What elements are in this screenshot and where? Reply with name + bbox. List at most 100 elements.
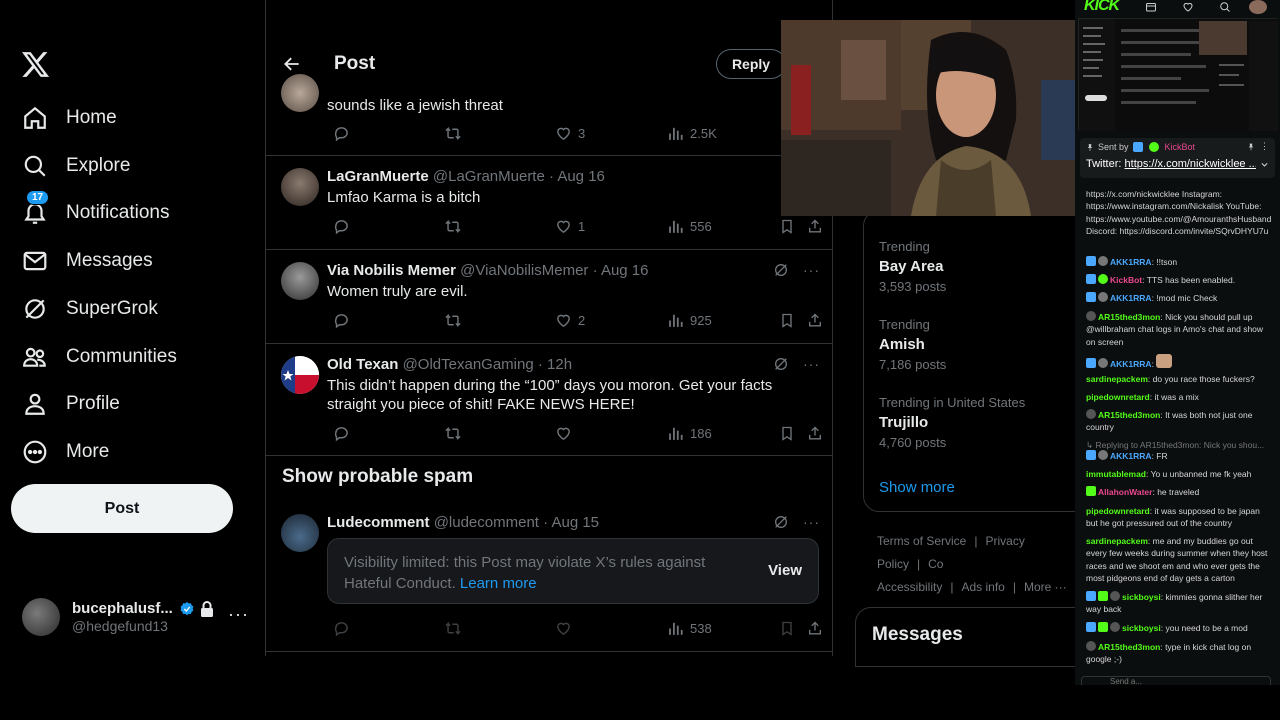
repost-action[interactable] [438,125,462,142]
reply-action[interactable] [327,125,350,142]
reply-action[interactable] [327,312,350,329]
show-more-link[interactable]: Show more [879,479,955,496]
author-handle[interactable]: @LaGranMuerte [433,168,545,185]
nav-profile[interactable]: Profile [22,384,120,424]
messages-drawer[interactable]: Messages [855,607,1075,667]
nav-home[interactable]: Home [22,98,117,138]
repost-action[interactable] [438,218,462,235]
author-handle[interactable]: @ViaNobilisMemer [460,262,588,279]
share-action[interactable] [801,312,823,329]
heart-icon[interactable] [1182,1,1194,13]
share-action[interactable] [801,620,823,637]
nav-more[interactable]: More [22,432,109,472]
like-action[interactable]: 3 [549,125,585,142]
bookmark-action[interactable] [773,425,795,442]
author-handle[interactable]: @ludecomment [434,514,539,531]
author-name[interactable]: LaGranMuerte [327,168,429,185]
footer-link[interactable]: More ··· [1024,580,1067,594]
bookmark-action[interactable] [773,218,795,235]
view-button[interactable]: View [768,562,802,579]
chat-username[interactable]: pipedownretard [1086,392,1150,402]
more-icon[interactable]: ··· [803,356,820,372]
x-logo-icon[interactable] [22,52,50,80]
views-action[interactable]: 925 [661,312,712,329]
share-action[interactable] [801,218,823,235]
nav-notifications[interactable]: 17 Notifications [22,190,170,233]
share-action[interactable] [801,425,823,442]
like-action[interactable]: 2 [549,312,585,329]
nav-supergrok[interactable]: SuperGrok [22,289,158,329]
avatar[interactable] [281,514,319,552]
chat-username[interactable]: sickboysi [1122,623,1161,633]
chat-username[interactable]: pipedownretard [1086,506,1150,516]
views-action[interactable]: 186 [661,425,712,442]
reply-action[interactable] [327,218,350,235]
tweet-time[interactable]: · Aug 16 [549,168,605,185]
kick-logo[interactable]: KICK [1084,0,1120,15]
tweet[interactable]: Via Nobilis Memer @ViaNobilisMemer · Aug… [266,250,832,344]
tweet-time[interactable]: · Aug 16 [593,262,649,279]
bookmark-action[interactable] [773,620,795,637]
footer-link[interactable]: Ads info [961,580,1004,594]
grok-icon[interactable] [773,262,789,278]
like-action[interactable] [549,425,572,442]
chat-input[interactable]: Send a... [1081,676,1271,685]
tweet[interactable]: Old Texan @OldTexanGaming · 12h ··· This… [266,344,832,456]
like-action[interactable] [549,620,572,637]
chat-username[interactable]: AKK1RRA [1110,293,1152,303]
more-icon[interactable]: ··· [803,262,820,278]
chat-username[interactable]: sardinepackem [1086,374,1148,384]
trend-item[interactable]: Trending in United States Trujillo 4,760… [879,395,1025,450]
chat-username[interactable]: immutablemad [1086,469,1146,479]
grok-icon[interactable] [773,514,789,530]
search-icon[interactable] [1219,1,1231,13]
account-switcher[interactable]: bucephalusf... @hedgefund13 ··· [22,596,252,638]
trend-item[interactable]: Trending Amish 7,186 posts [879,317,946,372]
repost-action[interactable] [438,312,462,329]
avatar[interactable] [281,168,319,206]
chat-username[interactable]: AR15thed3mon [1098,312,1160,322]
chat-username[interactable]: AKK1RRA [1110,451,1152,461]
chat-username[interactable]: AKK1RRA [1110,257,1152,267]
author-name[interactable]: Ludecomment [327,514,430,531]
account-more-icon[interactable]: ··· [228,604,249,625]
tweet-time[interactable]: · 12h [538,356,572,373]
footer-link[interactable]: Co [928,557,943,571]
author-handle[interactable]: @OldTexanGaming [403,356,534,373]
nav-communities[interactable]: Communities [22,337,177,377]
post-button[interactable]: Post [11,484,233,533]
trend-item[interactable]: Trending Bay Area 3,593 posts [879,239,946,294]
avatar[interactable] [281,262,319,300]
chevron-down-icon[interactable] [1260,160,1269,169]
reply-action[interactable] [327,425,350,442]
author-name[interactable]: Via Nobilis Memer [327,262,456,279]
clip-icon[interactable] [1145,1,1157,13]
chat-username[interactable]: AKK1RRA [1110,359,1152,369]
nav-explore[interactable]: Explore [22,146,130,186]
avatar[interactable] [281,74,319,112]
bookmark-action[interactable] [773,312,795,329]
nav-messages[interactable]: Messages [22,241,153,281]
chat-username[interactable]: AR15thed3mon [1098,410,1160,420]
avatar[interactable] [281,356,319,394]
reply-action[interactable] [327,620,350,637]
repost-action[interactable] [438,425,462,442]
tweet[interactable]: LaGranMuerte @LaGranMuerte · Aug 16 Lmfa… [266,156,832,250]
chat-username[interactable]: sickboysi [1122,592,1161,602]
views-action[interactable]: 556 [661,218,712,235]
chat-username[interactable]: KickBot [1110,275,1142,285]
chat-username[interactable]: sardinepackem [1086,536,1148,546]
grok-icon[interactable] [773,356,789,372]
pin-icon[interactable] [1247,142,1255,152]
chat-username[interactable]: AllahonWater [1098,487,1152,497]
more-icon[interactable]: ··· [803,514,820,530]
pinned-link[interactable]: https://x.com/nickwicklee ... [1125,158,1256,170]
learn-more-link[interactable]: Learn more [460,575,537,592]
views-action[interactable]: 538 [661,620,712,637]
tweet-time[interactable]: · Aug 15 [543,514,599,531]
like-action[interactable]: 1 [549,218,585,235]
author-name[interactable]: Old Texan [327,356,398,373]
avatar[interactable] [1249,0,1267,14]
repost-action[interactable] [438,620,462,637]
more-vertical-icon[interactable]: ⋮ [1260,141,1269,152]
